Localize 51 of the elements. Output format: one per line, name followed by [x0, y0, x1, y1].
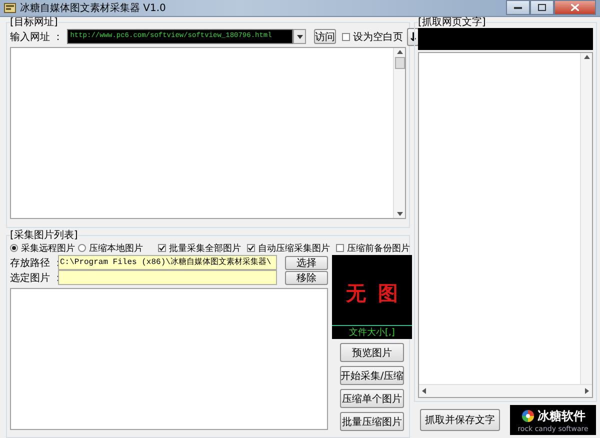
- checkbox-label: 设为空白页: [353, 30, 404, 44]
- save-text-button[interactable]: 抓取并保存文字: [420, 409, 500, 431]
- checkbox[interactable]: [336, 244, 344, 252]
- minimize-button[interactable]: [506, 0, 530, 15]
- close-icon: [571, 4, 579, 11]
- check-icon: [248, 245, 254, 251]
- scrollbar[interactable]: [393, 48, 405, 218]
- action-button[interactable]: 压缩单个图片: [340, 389, 404, 408]
- check-icon: [159, 245, 165, 251]
- checkbox-label: 批量采集全部图片: [169, 242, 241, 254]
- maximize-button[interactable]: [530, 0, 554, 15]
- checkbox-label: 自动压缩采集图片: [258, 242, 330, 254]
- checkbox-label: 压缩前备份图片: [347, 242, 410, 254]
- visit-button[interactable]: 访问: [314, 29, 336, 44]
- checkbox[interactable]: [158, 244, 166, 252]
- radio-label: 采集远程图片: [21, 242, 75, 254]
- dropdown-button[interactable]: [293, 29, 306, 44]
- group-title: [采集图片列表]: [10, 230, 78, 241]
- scroll-thumb[interactable]: [394, 57, 404, 69]
- group-title: [抓取网页文字]: [418, 17, 486, 28]
- radio-button[interactable]: [10, 244, 18, 252]
- close-button[interactable]: [554, 0, 596, 15]
- action-button[interactable]: 批量压缩图片: [340, 412, 404, 431]
- radio-button[interactable]: [78, 244, 86, 252]
- selected-image-field[interactable]: [58, 270, 277, 285]
- choose-button[interactable]: 选择: [284, 256, 328, 270]
- swirl-icon: [520, 409, 534, 423]
- remove-button[interactable]: 移除: [284, 270, 328, 284]
- group-title: [目标网址]: [10, 17, 58, 28]
- action-button[interactable]: 预览图片: [340, 343, 404, 362]
- scroll-right-icon[interactable]: [585, 388, 589, 394]
- horizontal-scrollbar[interactable]: [419, 384, 592, 397]
- scroll-down-icon[interactable]: [396, 212, 402, 216]
- logo-name: 冰糖软件: [538, 408, 586, 424]
- app-icon: [4, 2, 16, 14]
- file-size-text: 文件大小[,]: [332, 325, 412, 339]
- window-title: 冰糖自媒体图文素材采集器 V1.0: [20, 2, 166, 15]
- checkbox[interactable]: [342, 32, 350, 40]
- checkbox[interactable]: [247, 244, 255, 252]
- action-button[interactable]: 开始采集/压缩: [340, 366, 404, 385]
- maximize-icon: [538, 4, 546, 11]
- path-field[interactable]: C:\Program Files (x86)\冰糖自媒体图文素材采集器\: [58, 255, 277, 270]
- minimize-icon: [514, 6, 522, 9]
- scroll-left-icon[interactable]: [422, 388, 426, 394]
- radio-label: 压缩本地图片: [89, 242, 143, 254]
- url-label: 输入网址 ：: [10, 30, 64, 44]
- caret-icon: [296, 34, 303, 38]
- scroll-up-icon[interactable]: [584, 55, 590, 59]
- scroll-up-icon[interactable]: [396, 50, 402, 54]
- no-image-text: 无图: [346, 281, 410, 305]
- scrollbar[interactable]: [580, 53, 592, 384]
